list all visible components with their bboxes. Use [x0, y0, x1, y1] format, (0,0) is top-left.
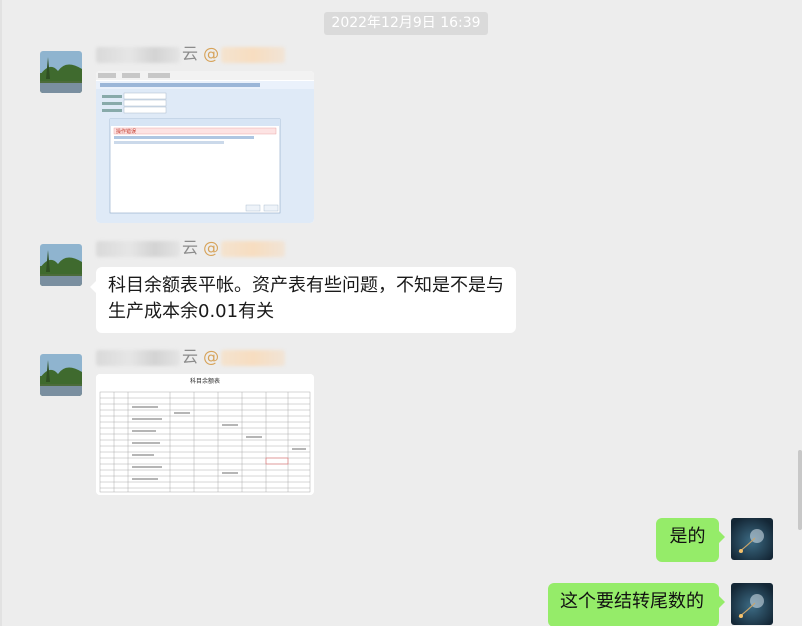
balance-sheet-screenshot: 科目余额表: [96, 374, 314, 495]
message-timestamp: 2022年12月9日 16:39: [324, 12, 488, 35]
redacted-mention: [221, 240, 286, 257]
svg-text:操作错误: 操作错误: [116, 128, 136, 135]
contact-avatar[interactable]: [40, 354, 82, 396]
image-message[interactable]: 操作错误: [96, 71, 314, 223]
landscape-avatar-icon: [40, 51, 82, 93]
image-message[interactable]: 科目余额表: [96, 374, 314, 495]
redacted-name: [96, 46, 180, 63]
chat-window: 2022年12月9日 16:39 云 @ 操作错误 云 @ 科目余额表平帐。资产…: [0, 0, 802, 626]
self-avatar[interactable]: [731, 518, 773, 560]
self-avatar[interactable]: [731, 583, 773, 625]
landscape-avatar-icon: [40, 354, 82, 396]
text-message[interactable]: 是的: [656, 518, 725, 562]
redacted-mention: [221, 46, 286, 63]
sender-name: 云 @: [96, 238, 286, 258]
sender-name: 云 @: [96, 44, 286, 64]
chat-scrollbar[interactable]: [798, 450, 802, 530]
redacted-name: [96, 349, 180, 366]
accounting-software-screenshot: 操作错误: [96, 71, 314, 223]
contact-avatar[interactable]: [40, 244, 82, 286]
redacted-name: [96, 240, 180, 257]
text-message[interactable]: 这个要结转尾数的: [548, 583, 725, 626]
window-edge: [0, 0, 2, 626]
svg-text:科目余额表: 科目余额表: [190, 377, 220, 385]
dandelion-avatar-icon: [731, 518, 773, 560]
contact-avatar[interactable]: [40, 51, 82, 93]
landscape-avatar-icon: [40, 244, 82, 286]
text-message[interactable]: 科目余额表平帐。资产表有些问题，不知是不是与 生产成本余0.01有关: [90, 267, 516, 333]
redacted-mention: [221, 349, 286, 366]
sender-name: 云 @: [96, 347, 286, 367]
dandelion-avatar-icon: [731, 583, 773, 625]
